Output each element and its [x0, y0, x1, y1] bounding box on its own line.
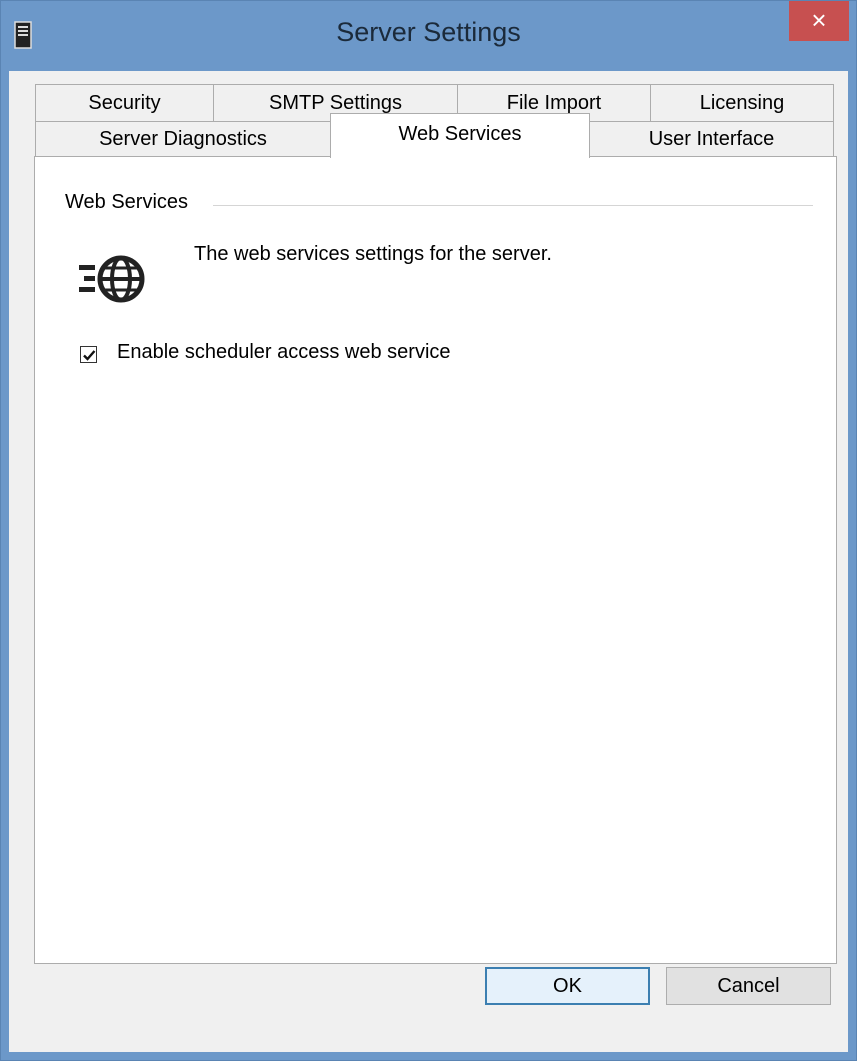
group-divider: [213, 205, 813, 206]
tab-licensing[interactable]: Licensing: [650, 84, 834, 122]
close-icon: ×: [811, 5, 827, 35]
dialog-client-area: Security SMTP Settings File Import Licen…: [9, 71, 848, 1052]
ok-button[interactable]: OK: [485, 967, 650, 1005]
tab-label: Web Services: [398, 123, 522, 145]
tab-web-services[interactable]: Web Services: [330, 113, 590, 158]
scheduler-web-service-label[interactable]: Enable scheduler access web service: [117, 341, 451, 364]
window-title: Server Settings: [336, 17, 521, 47]
scheduler-web-service-checkbox[interactable]: [80, 346, 97, 363]
group-title: Web Services: [65, 191, 189, 213]
close-button[interactable]: ×: [789, 1, 849, 41]
server-settings-window: Server Settings × Security SMTP Settings…: [0, 0, 857, 1061]
tab-user-interface[interactable]: User Interface: [589, 121, 834, 157]
web-services-panel: Web Services The web services settings f…: [34, 156, 837, 964]
panel-description: The web services settings for the server…: [194, 243, 552, 265]
title-bar[interactable]: Server Settings ×: [1, 1, 856, 71]
web-services-globe-icon: [79, 255, 145, 303]
cancel-button[interactable]: Cancel: [666, 967, 831, 1005]
tab-label: User Interface: [648, 128, 775, 150]
tab-label: Licensing: [699, 92, 785, 114]
tab-label: Server Diagnostics: [99, 128, 267, 150]
checkmark-icon: [83, 350, 96, 361]
tab-server-diagnostics[interactable]: Server Diagnostics: [35, 121, 331, 157]
tab-security[interactable]: Security: [35, 84, 214, 122]
tab-label: Security: [88, 92, 161, 114]
